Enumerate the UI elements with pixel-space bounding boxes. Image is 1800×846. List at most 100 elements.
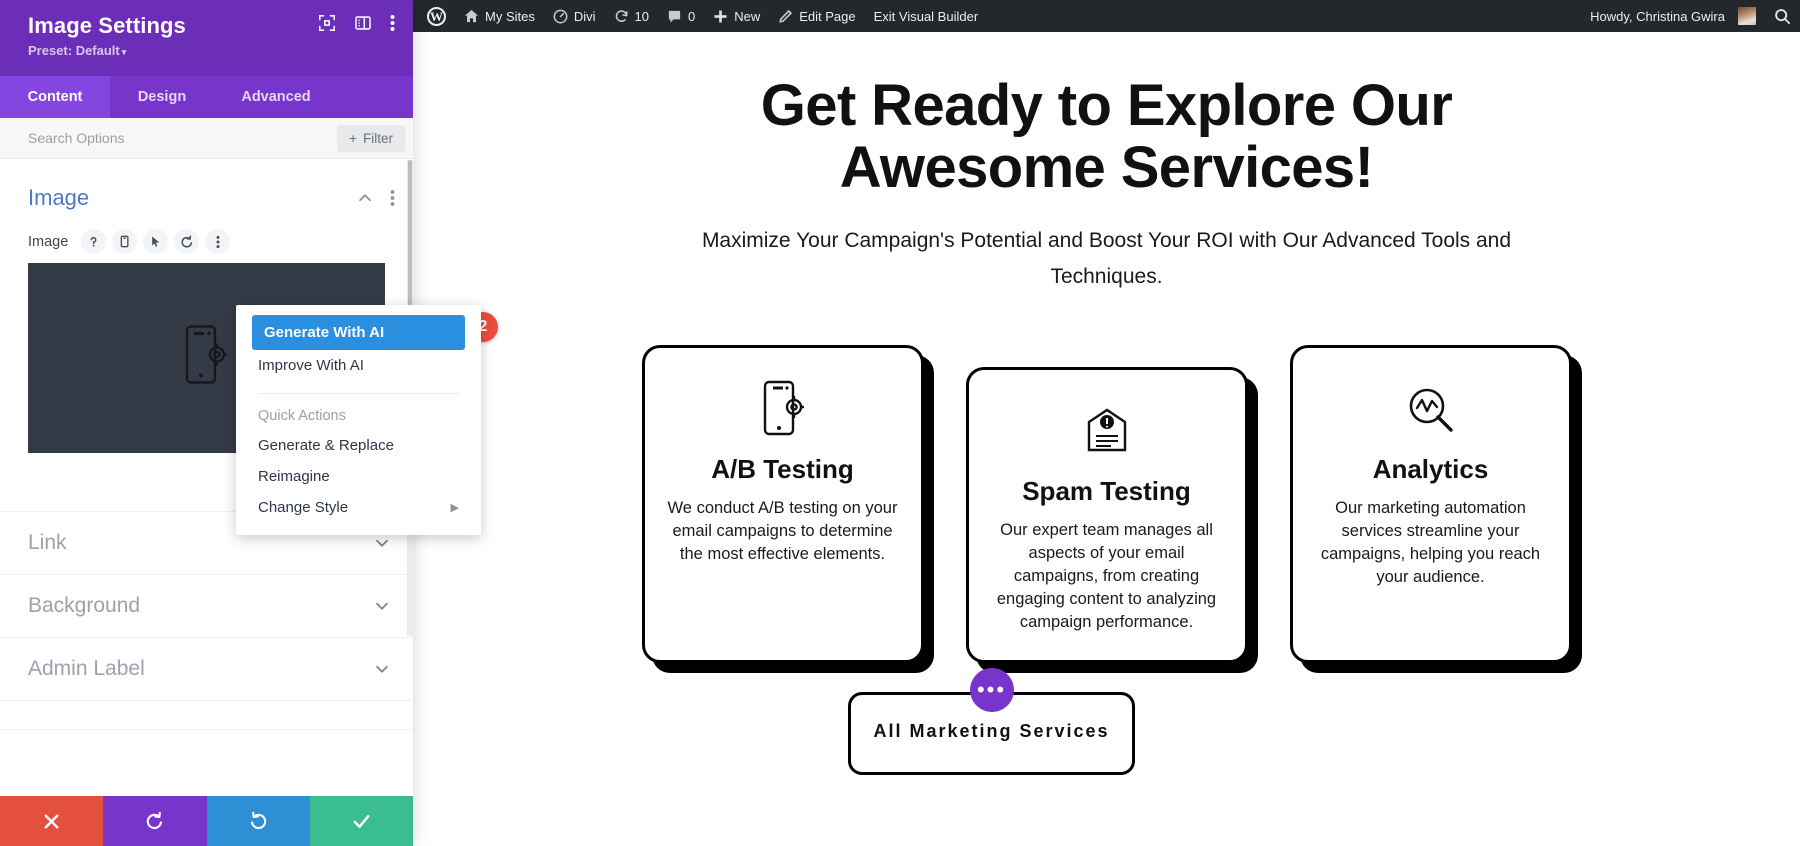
howdy-label: Howdy, Christina Gwira bbox=[1590, 8, 1725, 24]
service-card-analytics[interactable]: Analytics Our marketing automation servi… bbox=[1289, 345, 1572, 663]
mobile-ab-testing-icon bbox=[667, 374, 899, 436]
option-list-end bbox=[0, 700, 413, 730]
adminbar-item-my-sites[interactable]: My Sites bbox=[455, 0, 544, 32]
panel-footer bbox=[0, 796, 413, 846]
image-field-label: Image bbox=[28, 233, 69, 250]
my-sites-icon bbox=[464, 9, 479, 24]
more-options-icon[interactable] bbox=[390, 14, 395, 32]
panel-header-icons bbox=[318, 14, 395, 32]
search-icon bbox=[1774, 8, 1791, 25]
avatar bbox=[1738, 7, 1756, 25]
page-subtitle: Maximize Your Campaign's Potential and B… bbox=[701, 229, 1512, 288]
fullscreen-icon[interactable] bbox=[318, 14, 336, 32]
adminbar-right: Howdy, Christina Gwira bbox=[1576, 0, 1800, 32]
adminbar-account[interactable]: Howdy, Christina Gwira bbox=[1576, 0, 1765, 32]
panel-tabs: Content Design Advanced bbox=[0, 76, 413, 118]
adminbar-label: 10 bbox=[634, 8, 649, 24]
analytics-magnifier-icon bbox=[1315, 374, 1547, 436]
menu-item-improve-with-ai[interactable]: Improve With AI bbox=[236, 350, 481, 381]
plus-icon: + bbox=[349, 130, 357, 146]
plus-icon bbox=[713, 9, 728, 24]
option-label: Admin Label bbox=[28, 657, 145, 680]
more-options-icon[interactable] bbox=[205, 229, 231, 254]
reset-icon[interactable] bbox=[174, 229, 200, 254]
adminbar-label: My Sites bbox=[485, 8, 535, 24]
undo-button[interactable] bbox=[103, 796, 207, 846]
chevron-down-icon[interactable] bbox=[373, 534, 391, 552]
wordpress-logo-icon: W bbox=[427, 6, 446, 26]
page-canvas: Get Ready to Explore Our Awesome Service… bbox=[413, 32, 1800, 846]
option-label: Background bbox=[28, 594, 141, 617]
tab-design[interactable]: Design bbox=[110, 76, 214, 118]
menu-item-generate-and-replace[interactable]: Generate & Replace bbox=[236, 430, 481, 461]
adminbar-label: Divi bbox=[573, 8, 596, 24]
layout-icon[interactable] bbox=[354, 14, 372, 32]
redo-button[interactable] bbox=[206, 796, 310, 846]
menu-separator bbox=[258, 393, 459, 394]
adminbar-item-comments[interactable]: 0 bbox=[658, 0, 704, 32]
section-title: Image bbox=[28, 185, 90, 210]
menu-item-change-style[interactable]: Change Style ▶ bbox=[236, 492, 481, 523]
search-options-bar: + Filter bbox=[0, 118, 413, 159]
page-title: Get Ready to Explore Our Awesome Service… bbox=[760, 73, 1453, 200]
adminbar-item-new[interactable]: New bbox=[704, 0, 769, 32]
more-options-icon[interactable] bbox=[390, 189, 395, 207]
filter-button[interactable]: + Filter bbox=[337, 124, 405, 152]
adminbar-label: New bbox=[734, 8, 761, 24]
chevron-up-icon[interactable] bbox=[356, 189, 374, 207]
tab-advanced[interactable]: Advanced bbox=[214, 76, 338, 118]
mobile-ab-testing-icon bbox=[184, 325, 230, 392]
section-image-header[interactable]: Image bbox=[0, 159, 413, 229]
card-text: Our marketing automation services stream… bbox=[1320, 499, 1541, 586]
card-title: A/B Testing bbox=[711, 454, 854, 484]
search-input[interactable] bbox=[28, 130, 338, 146]
hover-icon[interactable] bbox=[143, 229, 169, 254]
service-card-spam-testing[interactable]: Spam Testing Our expert team manages all… bbox=[965, 367, 1248, 663]
image-field-row: Image bbox=[0, 229, 413, 254]
ai-dropdown-menu: Generate With AI Improve With AI Quick A… bbox=[236, 305, 481, 535]
adminbar-search[interactable] bbox=[1765, 0, 1800, 32]
chevron-down-icon[interactable] bbox=[373, 597, 391, 615]
tab-content[interactable]: Content bbox=[0, 76, 110, 118]
spam-envelope-icon bbox=[991, 396, 1223, 458]
divi-icon bbox=[553, 9, 568, 24]
adminbar-item-exit-visual-builder[interactable]: Exit Visual Builder bbox=[865, 0, 988, 32]
screen: Get Ready to Explore Our Awesome Service… bbox=[0, 0, 1800, 846]
all-marketing-services-block: ••• All Marketing Services bbox=[848, 668, 1135, 775]
filter-label: Filter bbox=[363, 130, 393, 146]
card-title: Analytics bbox=[1372, 454, 1489, 484]
pencil-icon bbox=[778, 9, 793, 24]
chevron-down-icon: ▾ bbox=[121, 47, 127, 57]
comments-icon bbox=[667, 9, 682, 24]
wp-admin-bar: W My Sites Divi 10 0 New Edit Page Exit … bbox=[413, 0, 1800, 32]
chevron-down-icon[interactable] bbox=[373, 660, 391, 678]
section-dots-button[interactable]: ••• bbox=[969, 668, 1014, 712]
service-card-ab-testing[interactable]: A/B Testing We conduct A/B testing on yo… bbox=[641, 345, 924, 663]
service-cards: A/B Testing We conduct A/B testing on yo… bbox=[413, 345, 1800, 663]
adminbar-item-wp-logo[interactable]: W bbox=[413, 0, 455, 32]
discard-button[interactable] bbox=[0, 796, 104, 846]
updates-icon bbox=[614, 9, 629, 24]
adminbar-item-edit-page[interactable]: Edit Page bbox=[769, 0, 864, 32]
adminbar-item-updates[interactable]: 10 bbox=[605, 0, 658, 32]
menu-item-reimagine[interactable]: Reimagine bbox=[236, 461, 481, 492]
panel-header: Image Settings Preset: Default ▾ bbox=[0, 0, 413, 76]
card-text: Our expert team manages all aspects of y… bbox=[996, 521, 1217, 631]
adminbar-label: Exit Visual Builder bbox=[873, 8, 979, 24]
menu-item-label: Change Style bbox=[258, 499, 349, 516]
save-button[interactable] bbox=[309, 796, 413, 846]
help-icon[interactable] bbox=[81, 229, 107, 254]
adminbar-label: Edit Page bbox=[799, 8, 856, 24]
card-text: We conduct A/B testing on your email cam… bbox=[667, 499, 898, 563]
adminbar-item-divi[interactable]: Divi bbox=[544, 0, 605, 32]
option-row-admin-label[interactable]: Admin Label bbox=[0, 637, 413, 700]
bottom-card-title: All Marketing Services bbox=[873, 721, 1110, 741]
adminbar-label: 0 bbox=[687, 8, 696, 24]
responsive-icon[interactable] bbox=[112, 229, 138, 254]
panel-preset-label: Preset: Default bbox=[28, 43, 120, 58]
card-title: Spam Testing bbox=[1022, 476, 1191, 506]
menu-item-generate-with-ai[interactable]: Generate With AI bbox=[252, 315, 465, 350]
option-row-background[interactable]: Background bbox=[0, 574, 413, 637]
menu-group-quick-actions: Quick Actions bbox=[258, 408, 346, 424]
panel-preset[interactable]: Preset: Default ▾ bbox=[28, 43, 395, 58]
